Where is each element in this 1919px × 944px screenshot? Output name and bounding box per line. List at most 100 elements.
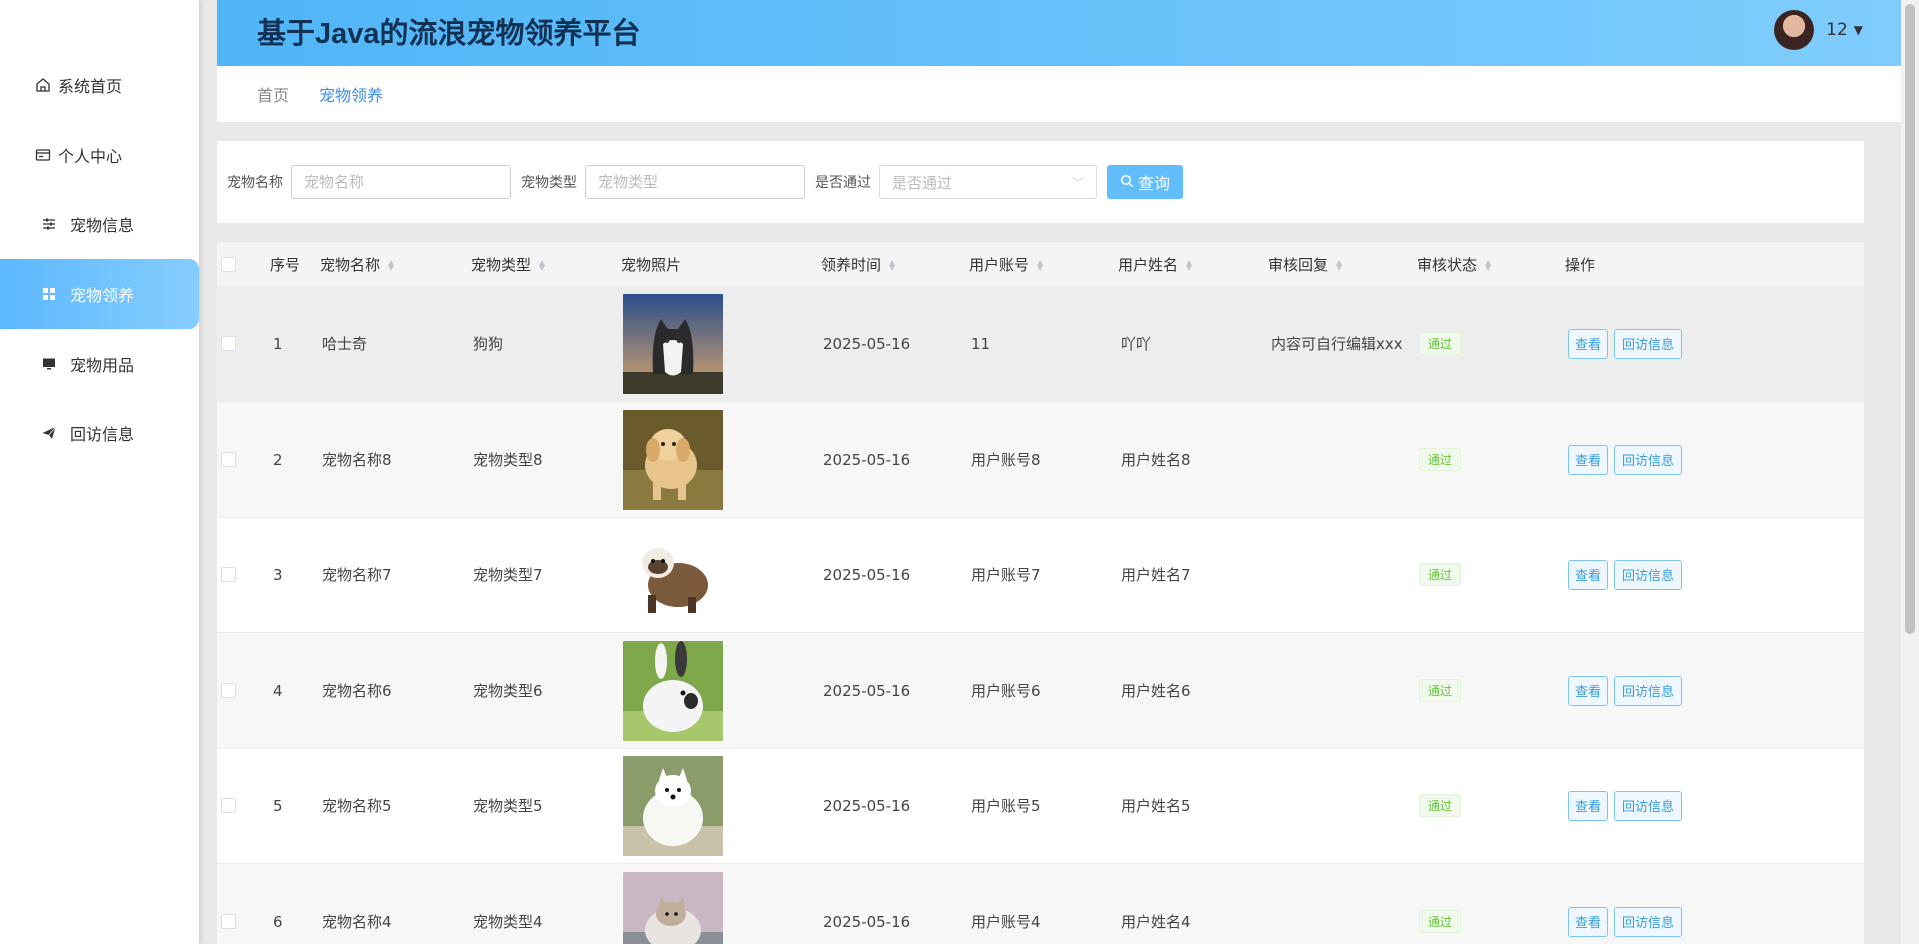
view-button[interactable]: 查看: [1568, 790, 1608, 821]
row-adopt-time: 2025-05-16: [823, 912, 911, 931]
row-pet-name: 宠物名称8: [322, 451, 392, 469]
sidebar-item-pet-supplies[interactable]: 宠物用品: [0, 329, 199, 399]
row-checkbox[interactable]: [221, 864, 236, 944]
row-status: 通过: [1419, 402, 1462, 517]
home-icon: [34, 76, 52, 94]
header-username-label: 用户姓名: [1118, 256, 1179, 274]
select-all-checkbox[interactable]: [221, 257, 236, 272]
query-button[interactable]: 查询: [1107, 165, 1183, 199]
sidebar-item-label: 回访信息: [70, 425, 135, 444]
header-ops: 操作: [1565, 256, 1596, 274]
scrollbar-thumb[interactable]: [1905, 4, 1915, 634]
header-index: 序号: [270, 256, 301, 274]
follow-up-button[interactable]: 回访信息: [1614, 444, 1682, 475]
header-photo: 宠物照片: [621, 256, 682, 274]
status-badge: 通过: [1419, 448, 1462, 471]
golden-puppy-photo: [623, 410, 723, 510]
row-actions: 查看 回访信息: [1568, 864, 1682, 944]
row-username: 用户姓名5: [1121, 797, 1191, 815]
table-row[interactable]: 1 哈士奇 狗狗 2025-05-16 11 吖吖 内容可自行编辑xxx 通过 …: [217, 286, 1864, 402]
header-type-label: 宠物类型: [471, 256, 532, 274]
scrollbar[interactable]: [1901, 0, 1919, 944]
header-username[interactable]: 用户姓名 ▲ ▼: [1118, 254, 1192, 275]
sort-icon[interactable]: ▲ ▼: [388, 258, 394, 271]
sidebar-item-follow-up[interactable]: 回访信息: [0, 398, 199, 468]
view-button[interactable]: 查看: [1568, 559, 1608, 590]
sidebar-item-label: 系统首页: [58, 77, 123, 96]
sidebar-item-pet-adoption[interactable]: 宠物领养: [0, 259, 199, 329]
sliders-icon: [40, 215, 58, 233]
follow-up-button[interactable]: 回访信息: [1614, 906, 1682, 937]
row-actions: 查看 回访信息: [1568, 633, 1682, 748]
follow-up-button[interactable]: 回访信息: [1614, 559, 1682, 590]
row-actions: 查看 回访信息: [1568, 402, 1682, 517]
row-actions: 查看 回访信息: [1568, 748, 1682, 863]
header-reply[interactable]: 审核回复 ▲ ▼: [1268, 254, 1342, 275]
row-pet-type: 宠物类型8: [473, 451, 543, 469]
status-badge: 通过: [1419, 910, 1462, 933]
pet-name-label: 宠物名称: [227, 175, 283, 191]
sidebar: 系统首页 个人中心 宠物信息 宠物领养 宠物用品 回访信息: [0, 0, 199, 944]
table-row[interactable]: 5 宠物名称5 宠物类型5 2025-05-16 用户账号5 用户姓名5 通过 …: [217, 748, 1864, 864]
table-row[interactable]: 3 宠物名称7 宠物类型7 2025-05-16 用户账号7 用户姓名7 通过 …: [217, 517, 1864, 633]
pass-label: 是否通过: [815, 175, 871, 191]
header-status[interactable]: 审核状态 ▲ ▼: [1417, 254, 1491, 275]
row-username: 用户姓名6: [1121, 682, 1191, 700]
row-adopt-time: 2025-05-16: [823, 450, 911, 469]
sidebar-item-home[interactable]: 系统首页: [0, 50, 199, 120]
row-adopt-time: 2025-05-16: [823, 681, 911, 700]
sidebar-item-personal[interactable]: 个人中心: [0, 120, 199, 190]
row-status: 通过: [1419, 286, 1462, 401]
header-name[interactable]: 宠物名称 ▲ ▼: [320, 254, 394, 275]
view-button[interactable]: 查看: [1568, 444, 1608, 475]
view-button[interactable]: 查看: [1568, 906, 1608, 937]
table-row[interactable]: 2 宠物名称8 宠物类型8 2025-05-16 用户账号8 用户姓名8 通过 …: [217, 402, 1864, 518]
breadcrumb-home[interactable]: 首页: [257, 82, 289, 106]
row-adopt-time: 2025-05-16: [823, 565, 911, 584]
table-header: 序号 宠物名称 ▲ ▼ 宠物类型 ▲ ▼ 宠物照片 领养时间 ▲ ▼ 用户账号 ▲ ▼ 用户姓名…: [217, 242, 1864, 286]
row-status: 通过: [1419, 748, 1462, 863]
follow-up-button[interactable]: 回访信息: [1614, 790, 1682, 821]
row-pet-type: 宠物类型7: [473, 566, 543, 584]
table-row[interactable]: 4 宠物名称6 宠物类型6 2025-05-16 用户账号6 用户姓名6 通过 …: [217, 633, 1864, 749]
sort-icon[interactable]: ▲ ▼: [1485, 258, 1491, 271]
sidebar-item-pet-info[interactable]: 宠物信息: [0, 189, 199, 259]
row-pet-type: 狗狗: [473, 335, 504, 353]
row-pet-type: 宠物类型5: [473, 797, 543, 815]
pet-name-input[interactable]: [291, 165, 511, 199]
monitor-icon: [40, 355, 58, 373]
sort-icon[interactable]: ▲ ▼: [1186, 258, 1192, 271]
row-checkbox[interactable]: [221, 748, 236, 863]
view-button[interactable]: 查看: [1568, 328, 1608, 359]
pass-select[interactable]: 是否通过 ﹀: [879, 165, 1097, 199]
user-name[interactable]: 12: [1826, 20, 1848, 40]
rabbit-photo: [623, 641, 723, 741]
sort-icon[interactable]: ▲ ▼: [1037, 258, 1043, 271]
follow-up-button[interactable]: 回访信息: [1614, 675, 1682, 706]
follow-up-button[interactable]: 回访信息: [1614, 328, 1682, 359]
row-checkbox[interactable]: [221, 633, 236, 748]
table-row[interactable]: 6 宠物名称4 宠物类型4 2025-05-16 用户账号4 用户姓名4 通过 …: [217, 864, 1864, 944]
avatar[interactable]: [1774, 10, 1815, 50]
header-type[interactable]: 宠物类型 ▲ ▼: [471, 254, 545, 275]
top-header: 基于Java的流浪宠物领养平台 12 ▼: [217, 0, 1901, 66]
sort-icon[interactable]: ▲ ▼: [1336, 258, 1342, 271]
view-button[interactable]: 查看: [1568, 675, 1608, 706]
header-account[interactable]: 用户账号 ▲ ▼: [969, 254, 1043, 275]
row-checkbox[interactable]: [221, 402, 236, 517]
sidebar-item-label: 宠物信息: [70, 216, 135, 235]
row-pet-name: 哈士奇: [322, 335, 368, 353]
row-checkbox[interactable]: [221, 286, 236, 401]
user-menu[interactable]: 12 ▼: [1774, 10, 1863, 50]
row-account: 用户账号5: [971, 797, 1041, 815]
breadcrumb-current: 宠物领养: [319, 86, 384, 105]
row-index: 6: [273, 912, 283, 931]
pet-type-input[interactable]: [585, 165, 805, 199]
row-checkbox[interactable]: [221, 517, 236, 632]
sort-icon[interactable]: ▲ ▼: [889, 258, 895, 271]
header-time[interactable]: 领养时间 ▲ ▼: [821, 254, 895, 275]
sort-icon[interactable]: ▲ ▼: [539, 258, 545, 271]
header-time-label: 领养时间: [821, 256, 882, 274]
row-index: 2: [273, 450, 283, 469]
caret-down-icon[interactable]: ▼: [1854, 23, 1863, 37]
